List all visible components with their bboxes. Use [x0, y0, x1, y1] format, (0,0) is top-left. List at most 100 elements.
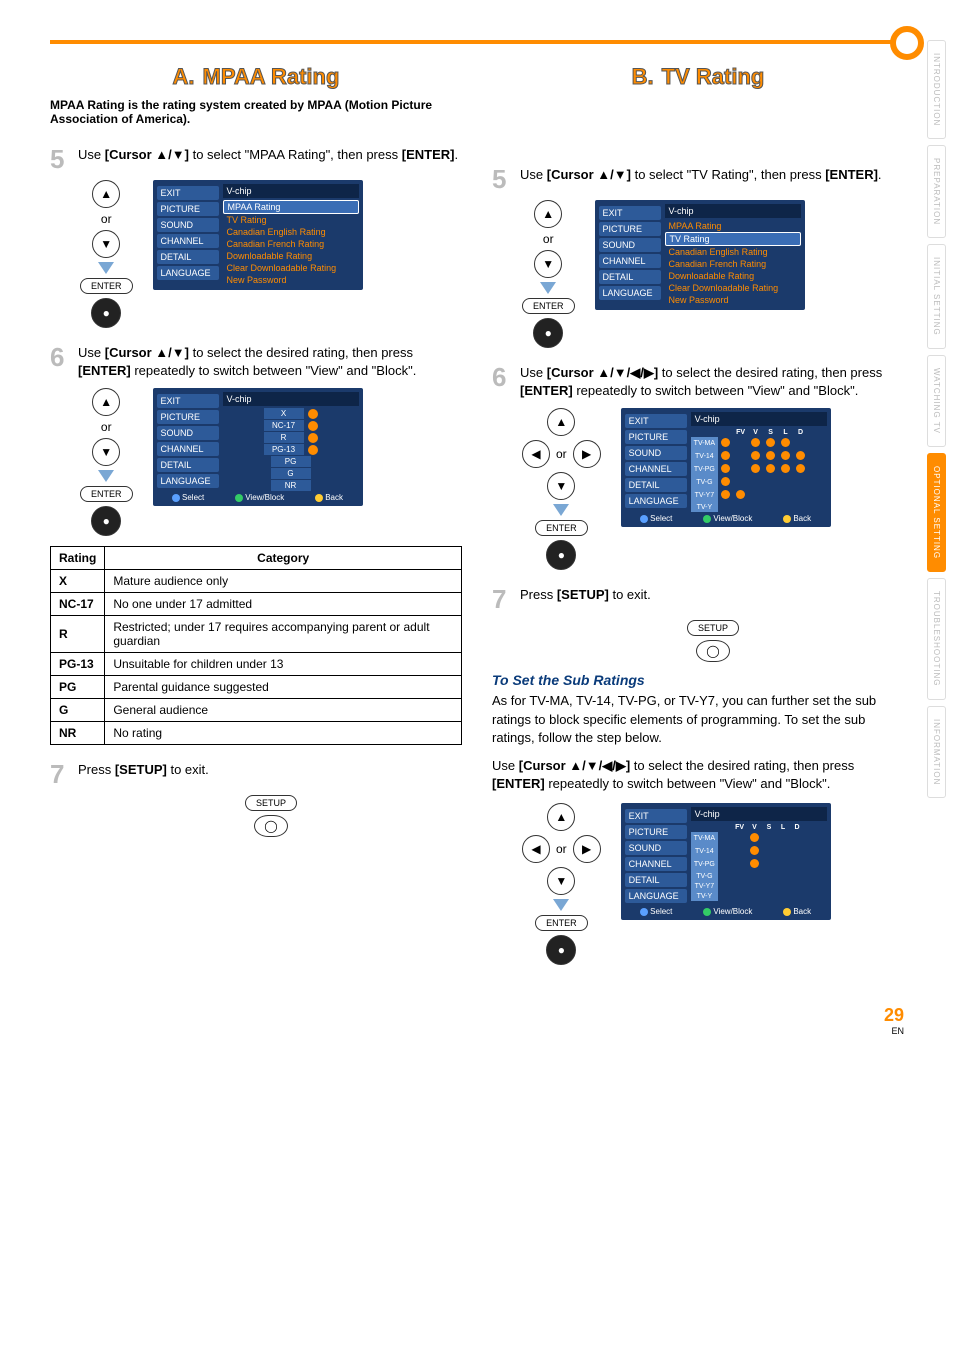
- enter-button[interactable]: ENTER: [80, 278, 133, 294]
- tab-preparation: PREPARATION: [927, 145, 946, 238]
- or-label: or: [101, 212, 112, 226]
- step-text: Use [Cursor ▲/▼] to select "TV Rating", …: [520, 166, 904, 192]
- step-a5-graphics: ▲ or ▼ ENTER ● EXIT PICTURE SOUND CHANNE…: [80, 180, 462, 328]
- cursor-down-button[interactable]: ▼: [547, 867, 575, 895]
- osd-mpaa-rating-list: EXIT PICTURE SOUND CHANNEL DETAIL LANGUA…: [153, 388, 363, 506]
- step-b6-graphics: ▲ ◀ or ▶ ▼ ENTER ● EXIT PICTURE SOUND CH…: [522, 408, 904, 570]
- osd-item-downloadable: Downloadable Rating: [223, 250, 359, 262]
- step-text: Use [Cursor ▲/▼] to select "MPAA Rating"…: [78, 146, 462, 172]
- cursor-down-button[interactable]: ▼: [92, 438, 120, 466]
- sub-ratings-graphics: ▲ ◀ or ▶ ▼ ENTER ● EXIT PICTURE SOUND CH…: [522, 803, 904, 965]
- enter-button[interactable]: ENTER: [535, 520, 588, 536]
- osd-item-clear-downloadable: Clear Downloadable Rating: [223, 262, 359, 274]
- remote-updown-enter: ▲ or ▼ ENTER ●: [80, 180, 133, 328]
- page-number: 29EN: [50, 1005, 904, 1036]
- section-b-title: B.TV Rating: [492, 64, 904, 90]
- osd-side-exit: EXIT: [599, 206, 661, 220]
- or-label: or: [543, 232, 554, 246]
- osd-footer: Select View/Block Back: [625, 512, 827, 523]
- osd-side-channel: CHANNEL: [625, 462, 687, 476]
- tab-information: INFORMATION: [927, 706, 946, 798]
- cursor-right-button[interactable]: ▶: [573, 440, 601, 468]
- osd-item-can-en: Canadian English Rating: [223, 226, 359, 238]
- table-header-category: Category: [105, 547, 462, 570]
- arrow-down-icon: [98, 262, 114, 274]
- remote-4way-enter: ▲ ◀ or ▶ ▼ ENTER ●: [522, 803, 601, 965]
- enter-oval-button[interactable]: ●: [91, 506, 121, 536]
- arrow-down-icon: [553, 899, 569, 911]
- enter-button[interactable]: ENTER: [522, 298, 575, 314]
- cursor-up-button[interactable]: ▲: [92, 180, 120, 208]
- cursor-up-button[interactable]: ▲: [547, 803, 575, 831]
- osd-item-mpaa-rating: MPAA Rating: [223, 200, 359, 214]
- sub-ratings-heading: To Set the Sub Ratings: [492, 672, 904, 688]
- osd-item-new-password: New Password: [665, 294, 801, 306]
- cursor-down-button[interactable]: ▼: [547, 472, 575, 500]
- osd-item-can-en: Canadian English Rating: [665, 246, 801, 258]
- step-text: Press [SETUP] to exit.: [520, 586, 904, 612]
- remote-updown-enter: ▲ or ▼ ENTER ●: [80, 388, 133, 536]
- osd-side-sound: SOUND: [157, 218, 219, 232]
- osd-title: V-chip: [691, 412, 827, 426]
- osd-side-exit: EXIT: [625, 414, 687, 428]
- enter-button[interactable]: ENTER: [80, 486, 133, 502]
- setup-button[interactable]: SETUP: [245, 795, 297, 811]
- step-number: 7: [492, 586, 512, 612]
- osd-side-channel: CHANNEL: [157, 234, 219, 248]
- enter-oval-button[interactable]: ●: [533, 318, 563, 348]
- step-a5: 5 Use [Cursor ▲/▼] to select "MPAA Ratin…: [50, 146, 462, 172]
- tab-initial-setting: INITIAL SETTING: [927, 244, 946, 349]
- table-row: XMature audience only: [51, 570, 462, 593]
- osd-side-detail: DETAIL: [625, 873, 687, 887]
- osd-side-sound: SOUND: [157, 426, 219, 440]
- step-number: 5: [50, 146, 70, 172]
- osd-item-mpaa-rating: MPAA Rating: [665, 220, 801, 232]
- sub-ratings-instruction: Use [Cursor ▲/▼/◀/▶] to select the desir…: [492, 757, 904, 793]
- cursor-right-button[interactable]: ▶: [573, 835, 601, 863]
- arrow-down-icon: [98, 470, 114, 482]
- cursor-left-button[interactable]: ◀: [522, 440, 550, 468]
- osd-footer: Select View/Block Back: [625, 905, 827, 916]
- osd-title: V-chip: [691, 807, 827, 821]
- osd-item-new-password: New Password: [223, 274, 359, 286]
- sub-ratings-para: As for TV-MA, TV-14, TV-PG, or TV-Y7, yo…: [492, 692, 904, 747]
- step-a6: 6 Use [Cursor ▲/▼] to select the desired…: [50, 344, 462, 380]
- cursor-down-button[interactable]: ▼: [92, 230, 120, 258]
- osd-title: V-chip: [665, 204, 801, 218]
- tv-sub-rating-grid: FVVSLDTV-MATV-14TV-PGTV-GTV-Y7TV-Y: [691, 823, 827, 901]
- step-number: 5: [492, 166, 512, 192]
- table-row: PGParental guidance suggested: [51, 676, 462, 699]
- step-text: Press [SETUP] to exit.: [78, 761, 462, 787]
- osd-side-sound: SOUND: [625, 446, 687, 460]
- setup-oval-button[interactable]: ◯: [696, 640, 730, 662]
- remote-setup: SETUP ◯: [80, 795, 462, 837]
- table-row: PG-13Unsuitable for children under 13: [51, 653, 462, 676]
- cursor-up-button[interactable]: ▲: [534, 200, 562, 228]
- setup-oval-button[interactable]: ◯: [254, 815, 288, 837]
- setup-button[interactable]: SETUP: [687, 620, 739, 636]
- or-label: or: [556, 842, 567, 856]
- osd-vchip-menu-tv-selected: EXIT PICTURE SOUND CHANNEL DETAIL LANGUA…: [595, 200, 805, 310]
- enter-button[interactable]: ENTER: [535, 915, 588, 931]
- remote-updown-enter: ▲ or ▼ ENTER ●: [522, 200, 575, 348]
- step-number: 6: [50, 344, 70, 380]
- block-icon: [308, 421, 318, 431]
- osd-side-detail: DETAIL: [625, 478, 687, 492]
- osd-side-picture: PICTURE: [599, 222, 661, 236]
- osd-side-sound: SOUND: [599, 238, 661, 252]
- cursor-down-button[interactable]: ▼: [534, 250, 562, 278]
- enter-oval-button[interactable]: ●: [546, 935, 576, 965]
- step-text: Use [Cursor ▲/▼] to select the desired r…: [78, 344, 462, 380]
- corner-ring-icon: [890, 26, 924, 60]
- tab-watching-tv: WATCHING TV: [927, 355, 946, 447]
- cursor-up-button[interactable]: ▲: [547, 408, 575, 436]
- remote-4way-enter: ▲ ◀ or ▶ ▼ ENTER ●: [522, 408, 601, 570]
- cursor-left-button[interactable]: ◀: [522, 835, 550, 863]
- osd-side-picture: PICTURE: [625, 430, 687, 444]
- osd-side-exit: EXIT: [625, 809, 687, 823]
- osd-side-detail: DETAIL: [599, 270, 661, 284]
- block-icon: [308, 433, 318, 443]
- cursor-up-button[interactable]: ▲: [92, 388, 120, 416]
- enter-oval-button[interactable]: ●: [546, 540, 576, 570]
- enter-oval-button[interactable]: ●: [91, 298, 121, 328]
